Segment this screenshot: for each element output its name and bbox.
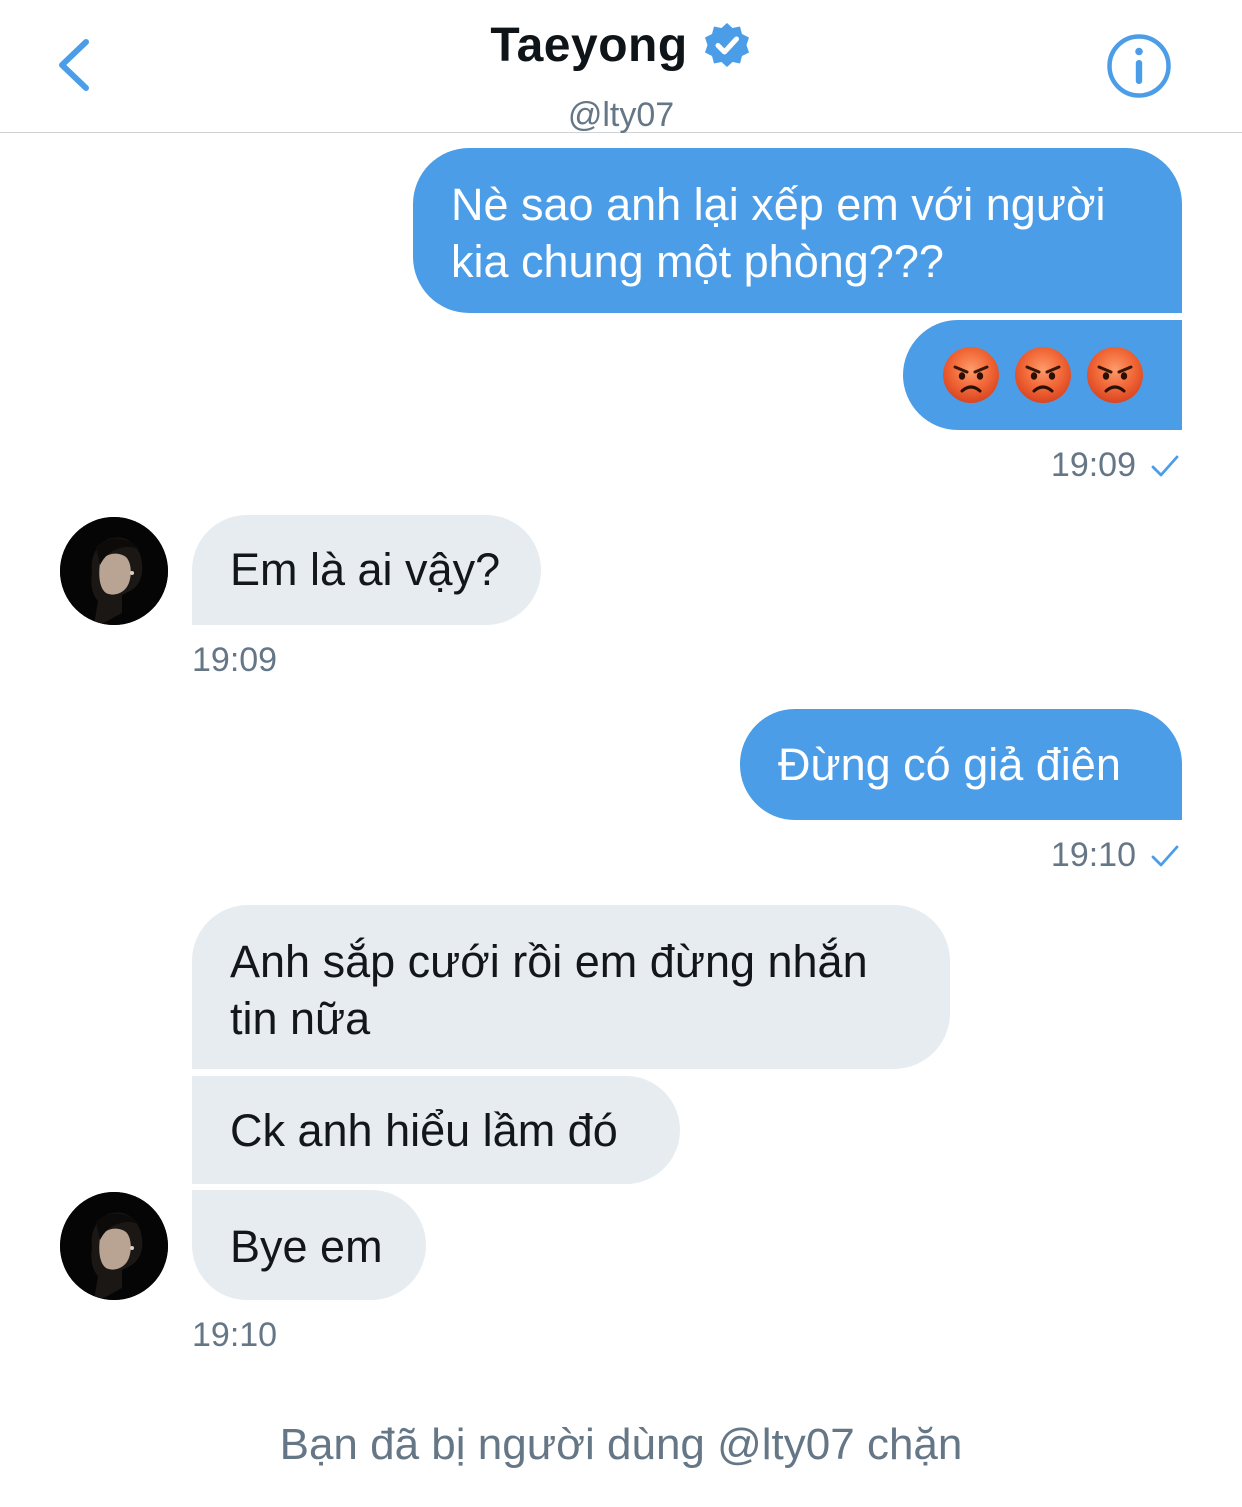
- incoming-message[interactable]: Em là ai vậy?: [192, 515, 541, 625]
- message-timestamp: 19:10: [192, 1316, 278, 1354]
- outgoing-message[interactable]: Nè sao anh lại xếp em với người kia chun…: [413, 148, 1182, 313]
- message-text: Nè sao anh lại xếp em với người kia chun…: [451, 179, 1106, 287]
- timestamp-text: 19:09: [1050, 446, 1136, 484]
- message-text: Đừng có giả điên: [778, 739, 1121, 790]
- timestamp-text: 19:10: [1050, 836, 1136, 874]
- outgoing-message[interactable]: Đừng có giả điên: [740, 709, 1182, 820]
- message-text: Em là ai vậy?: [230, 544, 501, 595]
- message-timestamp: 19:09: [192, 641, 278, 679]
- contact-avatar[interactable]: [60, 1192, 168, 1300]
- sent-check-icon: [1151, 845, 1179, 866]
- conversation-info-button[interactable]: [1106, 33, 1172, 99]
- message-timestamp: 19:10: [1051, 836, 1180, 875]
- info-icon: [1107, 34, 1171, 98]
- incoming-message[interactable]: Bye em: [192, 1190, 426, 1300]
- incoming-message[interactable]: Anh sắp cưới rồi em đừng nhắn tin nữa: [192, 905, 950, 1069]
- message-text: Anh sắp cưới rồi em đừng nhắn tin nữa: [230, 936, 868, 1044]
- sent-check-icon: [1151, 455, 1179, 476]
- incoming-message[interactable]: Ck anh hiểu lầm đó: [192, 1076, 680, 1184]
- avatar-image: [60, 517, 168, 625]
- contact-avatar[interactable]: [60, 517, 168, 625]
- avatar-image: [60, 1192, 168, 1300]
- angry-face-emoji-icon: [1014, 347, 1071, 403]
- conversation-title-area[interactable]: Taeyong @lty07: [0, 18, 1242, 134]
- message-text: Bye em: [230, 1221, 383, 1272]
- contact-name: Taeyong: [490, 19, 688, 72]
- message-timestamp: 19:09: [1051, 446, 1180, 485]
- blocked-notice: Bạn đã bị người dùng @lty07 chặn: [279, 1420, 963, 1469]
- angry-face-emoji-icon: [1086, 347, 1143, 403]
- angry-face-emoji-icon: [942, 347, 999, 403]
- outgoing-message[interactable]: [903, 320, 1182, 430]
- contact-handle: @lty07: [567, 96, 675, 134]
- message-text: Ck anh hiểu lầm đó: [230, 1105, 618, 1156]
- verified-badge-icon: [704, 22, 749, 67]
